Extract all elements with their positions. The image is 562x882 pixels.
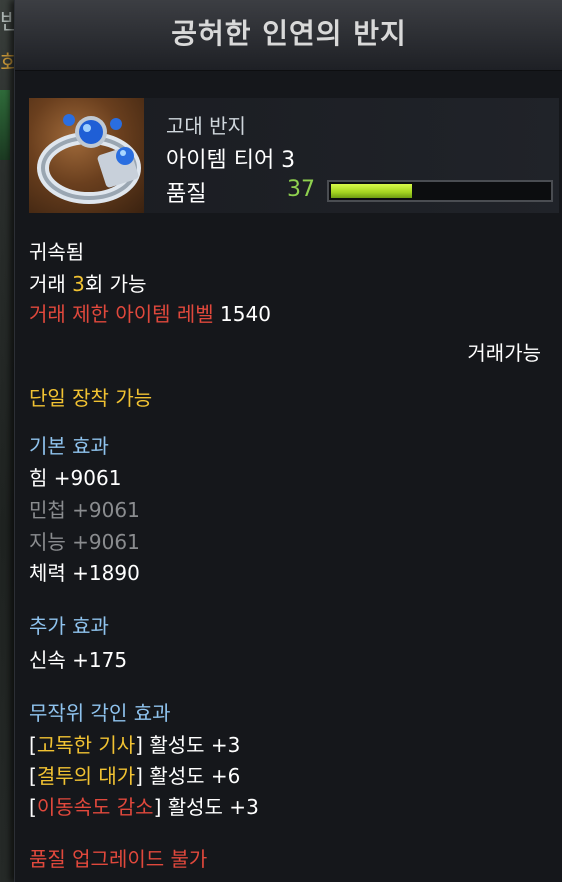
background-decoration [0, 90, 10, 160]
engraving-header: 무작위 각인 효과 [29, 701, 171, 725]
base-stat: 체력 +1890 [29, 561, 140, 585]
engraving-name: 결투의 대가 [36, 764, 136, 788]
item-name: 공허한 인연의 반지 [171, 17, 407, 50]
upgrade-status: 품질 업그레이드 불가 [29, 847, 208, 871]
engraving-name: 이동속도 감소 [36, 795, 154, 819]
base-stat: 힘 +9061 [29, 466, 122, 490]
equip-restriction: 단일 장착 가능 [29, 386, 153, 410]
extra-stat: 신속 +175 [29, 648, 128, 672]
item-header: 고대 반지 아이템 티어 3 품질 37 [29, 98, 559, 213]
engraving-bracket: [ [29, 733, 37, 757]
base-stat: 민첩 +9061 [29, 498, 140, 522]
engraving-row: [고독한 기사] 활성도 +3 [29, 729, 240, 758]
engraving-activity: 활성도 +6 [142, 764, 241, 788]
base-effects-header: 기본 효과 [29, 434, 109, 458]
quality-bar-fill [331, 184, 412, 198]
engraving-bracket: ] [135, 733, 143, 757]
ring-icon [29, 98, 144, 213]
engraving-name: 고독한 기사 [36, 733, 136, 757]
quality-bar [327, 180, 553, 202]
trade-limit: 거래 제한 아이템 레벨 1540 [29, 298, 271, 327]
trade-limit-value: 1540 [220, 302, 271, 326]
item-grade: 고대 반지 [166, 114, 246, 138]
quality-label: 품질 [166, 182, 207, 207]
trade-suffix: 회 가능 [84, 272, 147, 296]
engraving-bracket: ] [135, 764, 143, 788]
engraving-bracket: [ [29, 764, 37, 788]
engraving-row: [이동속도 감소] 활성도 +3 [29, 791, 259, 820]
extra-effects-header: 추가 효과 [29, 614, 109, 638]
engraving-bracket: [ [29, 795, 37, 819]
tradeable-status: 거래가능 [467, 341, 541, 365]
engraving-row: [결투의 대가] 활성도 +6 [29, 760, 240, 789]
base-stat: 지능 +9061 [29, 530, 140, 554]
tooltip-title-bar: 공허한 인연의 반지 [15, 0, 562, 71]
engraving-activity: 활성도 +3 [161, 795, 259, 819]
trade-count-value: 3 [72, 272, 85, 296]
bound-status: 귀속됨 [29, 240, 85, 264]
trade-limit-label: 거래 제한 아이템 레벨 [29, 302, 214, 326]
item-tier: 아이템 티어 3 [166, 148, 296, 173]
trade-prefix: 거래 [29, 272, 73, 296]
quality-value: 37 [287, 177, 315, 202]
item-tooltip: 공허한 인연의 반지 고대 반지 아이템 티어 3 품질 37 귀속됨 거래 3… [14, 0, 562, 882]
trade-count: 거래 3회 가능 [29, 268, 146, 297]
engraving-activity: 활성도 +3 [142, 733, 241, 757]
